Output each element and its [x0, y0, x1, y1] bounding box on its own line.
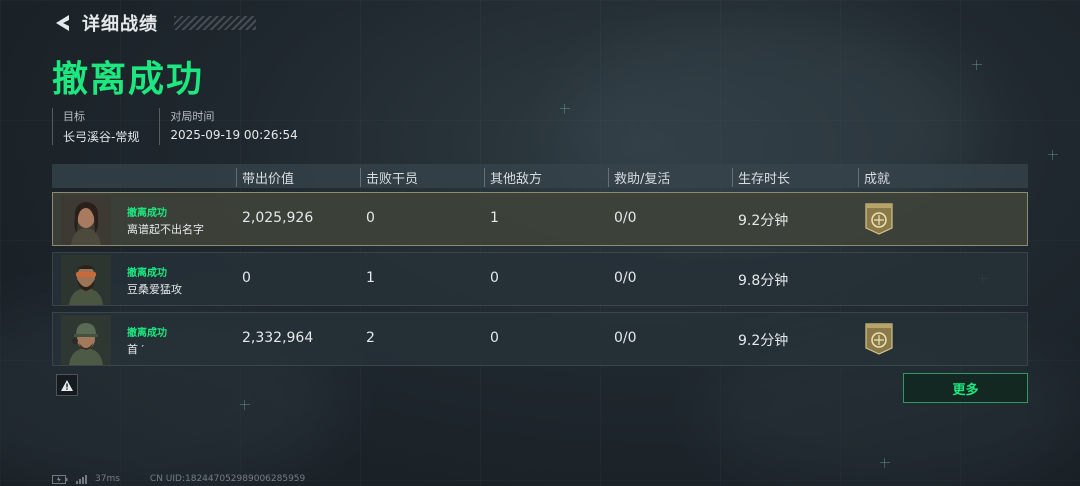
match-info: 目标 长弓溪谷-常规 对局时间 2025-09-19 00:26:54 [52, 108, 318, 145]
survival-value: 9.2分钟 [738, 333, 789, 349]
decorative-stripes [174, 16, 256, 30]
time-label: 对局时间 [170, 110, 215, 123]
page-header: 详细战绩 [52, 10, 256, 36]
header-survival: 生存时长 [732, 168, 790, 187]
uid-text: CN UID:18244705298900628595​9 [149, 474, 306, 484]
kills-value: 2 [366, 330, 375, 346]
assist-value: 0/0 [614, 270, 637, 286]
avatar [61, 195, 111, 245]
assist-value: 0/0 [614, 330, 637, 346]
header-assist: 救助/复活 [608, 168, 670, 187]
achievement-medal-icon[interactable] [863, 322, 895, 356]
header-kills: 击败干员 [360, 168, 418, 187]
kills-value: 0 [366, 210, 375, 226]
back-arrow-icon [56, 15, 69, 31]
ping-value: 37ms [95, 474, 120, 484]
player-name: 首 ′ [127, 343, 144, 356]
scoreboard-table: 带出价值 击败干员 其他敌方 救助/复活 生存时长 成就 撤离成功 离谱起不出名… [52, 164, 1028, 366]
page-title: 详细战绩 [82, 14, 158, 35]
table-header: 带出价值 击败干员 其他敌方 救助/复活 生存时长 成就 [52, 164, 1028, 188]
survival-value: 9.2分钟 [738, 213, 789, 229]
extract-value: 0 [242, 270, 251, 286]
player-name: 豆桑爱猛攻 [127, 283, 182, 296]
table-row[interactable]: 撤离成功 首 ′ 2,332,964 2 0 0/0 9.2分钟 [52, 312, 1028, 366]
target-info: 目标 长弓溪谷-常规 [52, 108, 159, 145]
player-status: 撤离成功 [127, 328, 167, 339]
status-footer: 37ms CN UID:18244705298900628595​9 [52, 474, 305, 484]
result-title: 撤离成功 [52, 59, 205, 100]
report-button[interactable] [56, 374, 78, 396]
target-label: 目标 [63, 110, 85, 123]
more-button[interactable]: 更多 [903, 373, 1028, 403]
battery-icon [52, 474, 68, 484]
warning-icon [61, 379, 73, 391]
table-row[interactable]: 撤离成功 豆桑爱猛攻 0 1 0 0/0 9.8分钟 [52, 252, 1028, 306]
extract-value: 2,332,964 [242, 330, 314, 346]
player-status: 撤离成功 [127, 208, 167, 219]
time-value: 2025-09-19 00:26:54 [170, 128, 298, 142]
header-value: 带出价值 [236, 168, 294, 187]
player-status: 撤离成功 [127, 268, 167, 279]
other-enemies-value: 0 [490, 330, 499, 346]
header-achievement: 成就 [858, 168, 890, 187]
other-enemies-value: 0 [490, 270, 499, 286]
target-value: 长弓溪谷-常规 [63, 130, 140, 144]
achievement-medal-icon[interactable] [863, 202, 895, 236]
signal-icon [76, 474, 87, 484]
avatar [61, 315, 111, 365]
avatar [61, 255, 111, 305]
player-name: 离谱起不出名字 [127, 223, 204, 236]
time-info: 对局时间 2025-09-19 00:26:54 [159, 108, 317, 145]
header-other-enemies: 其他敌方 [484, 168, 542, 187]
assist-value: 0/0 [614, 210, 637, 226]
back-button[interactable] [52, 12, 72, 34]
table-row[interactable]: 撤离成功 离谱起不出名字 2,025,926 0 1 0/0 9.2分钟 [52, 192, 1028, 246]
extract-value: 2,025,926 [242, 210, 314, 226]
survival-value: 9.8分钟 [738, 273, 789, 289]
other-enemies-value: 1 [490, 210, 499, 226]
kills-value: 1 [366, 270, 375, 286]
